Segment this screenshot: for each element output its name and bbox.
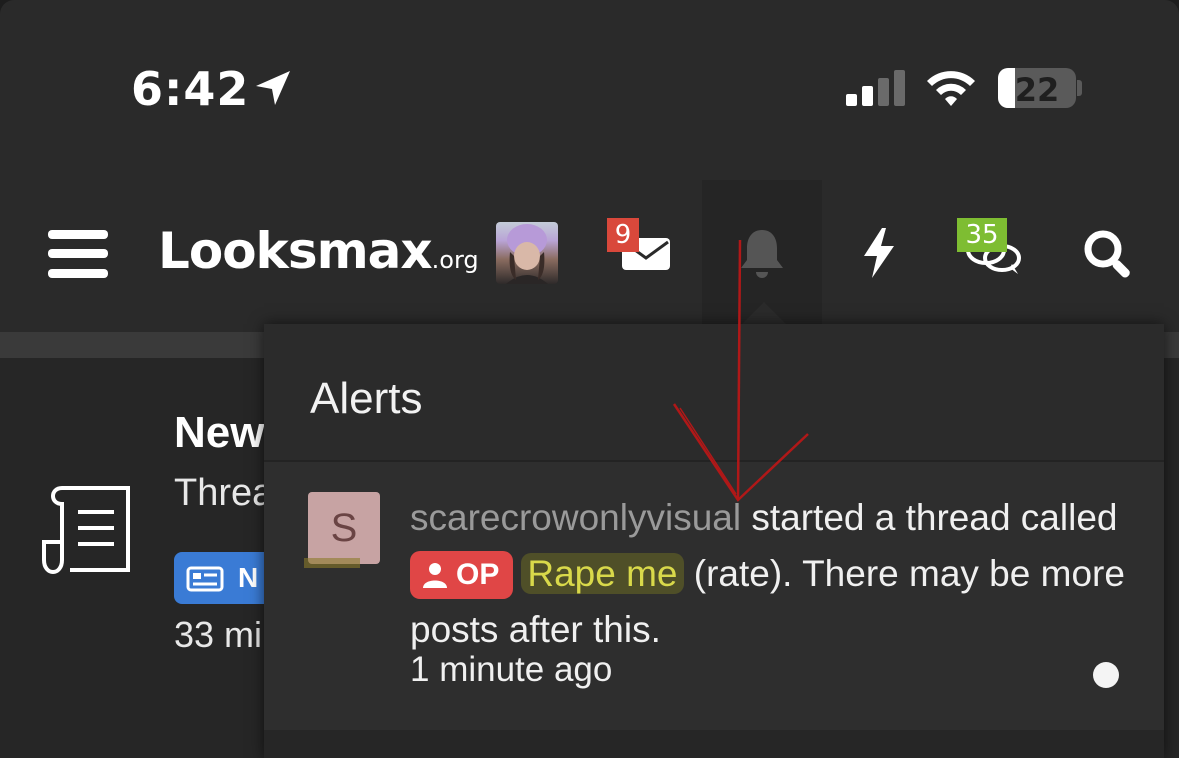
avatar-image (506, 224, 548, 284)
alert-avatar[interactable]: S (308, 492, 380, 564)
bolt-icon[interactable] (862, 228, 896, 278)
alert-text-after: (rate). There may be more posts after th… (410, 553, 1125, 650)
phone-screen: 6:42 22 Looksmax.org 9 35 New Threa N 33… (0, 0, 1179, 758)
alerts-title: Alerts (310, 374, 423, 423)
site-logo[interactable]: Looksmax.org (158, 222, 479, 280)
alerts-popup: Alerts S scarecrowonlyvisual started a t… (264, 324, 1164, 758)
document-icon (42, 486, 130, 574)
wifi-icon (927, 71, 975, 106)
background-item-subtitle: Threa (174, 472, 274, 514)
popup-caret (742, 302, 786, 324)
user-icon (423, 563, 447, 588)
newspaper-icon (186, 566, 224, 592)
avatar-highlight-mark (304, 558, 360, 568)
background-item-time: 33 mi (174, 614, 263, 655)
thread-title-link[interactable]: Rape me (521, 553, 684, 594)
conversations-badge: 35 (957, 218, 1007, 252)
search-icon[interactable] (1082, 228, 1134, 280)
logo-suffix: .org (431, 246, 479, 274)
unread-indicator[interactable] (1093, 662, 1119, 688)
menu-icon[interactable] (48, 226, 108, 282)
op-badge-label: OP (456, 558, 500, 591)
status-time: 6:42 (131, 62, 250, 116)
alert-username-link[interactable]: scarecrowonlyvisual (410, 497, 741, 538)
popup-footer (264, 730, 1164, 758)
bell-icon[interactable] (739, 228, 785, 278)
location-arrow-icon (256, 71, 290, 105)
battery-nub (1077, 80, 1082, 96)
logo-main: Looksmax (158, 222, 433, 280)
background-item-title[interactable]: New (174, 408, 264, 458)
alert-timestamp: 1 minute ago (410, 650, 613, 689)
user-avatar[interactable] (496, 222, 558, 284)
alert-item[interactable]: S scarecrowonlyvisual started a thread c… (264, 462, 1164, 730)
inbox-badge: 9 (607, 218, 639, 252)
battery-icon: 22 (998, 68, 1076, 108)
signal-icon (846, 70, 905, 106)
alerts-header: Alerts (264, 324, 1164, 462)
battery-level: 22 (1014, 71, 1060, 108)
op-badge: OP (410, 551, 514, 599)
alert-text-before: started a thread called (741, 497, 1118, 538)
alert-message: scarecrowonlyvisual started a thread cal… (410, 490, 1130, 658)
